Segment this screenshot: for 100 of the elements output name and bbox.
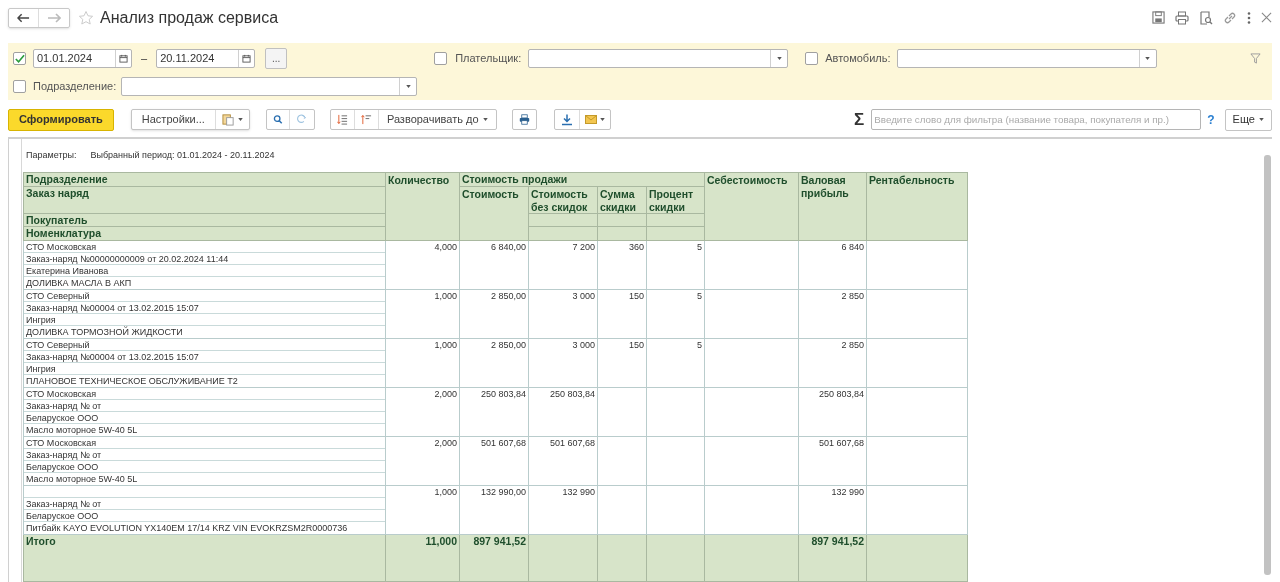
total-cell — [598, 535, 647, 582]
column-header: Количество — [386, 173, 460, 241]
table-cell: СТО Северный — [24, 290, 385, 302]
table-cell: 2 850 — [799, 339, 867, 387]
more-button[interactable]: Еще — [1224, 108, 1272, 131]
date-field[interactable]: 01.01.2024 — [33, 49, 132, 68]
link-icon[interactable] — [1223, 10, 1237, 25]
caret-icon — [482, 118, 488, 121]
table-cell: 501 607,68 — [529, 437, 598, 485]
total-cell: 897 941,52 — [460, 535, 529, 582]
print-icon[interactable] — [1175, 10, 1189, 25]
table-cell: 2,000 — [386, 437, 460, 485]
table-cell: 2 850 — [799, 290, 867, 338]
table-cell-text: Питбайк KAYO EVOLUTION YX140EM 17/14 KRZ VIN EVOKRZSM2R0000736 — [25, 522, 349, 534]
caret-icon[interactable] — [1145, 57, 1151, 60]
table-cell: 1,000 — [386, 290, 460, 338]
more-vertical-icon[interactable] — [1247, 10, 1251, 25]
parameters-value: Выбранный период: 01.01.2024 - 20.11.2024 — [90, 149, 275, 162]
table-cell: Ингрия — [24, 363, 385, 375]
checkbox[interactable] — [13, 52, 26, 65]
column-header: Стоимость продажи — [460, 173, 705, 187]
preview-icon[interactable] — [1199, 10, 1213, 25]
table-cell: 6 840,00 — [460, 241, 529, 289]
table-cell: Заказ-наряд № от — [24, 449, 385, 461]
table-cell: 3 000 — [529, 290, 598, 338]
checkbox[interactable] — [805, 52, 819, 65]
table-cell: Беларуское ООО — [24, 412, 385, 424]
column-header: Себестоимость — [705, 173, 799, 241]
table-cell-text: Масло моторное 5W-40 5L — [25, 424, 139, 436]
star-icon[interactable] — [78, 9, 94, 26]
table-cell: СТО Московская — [24, 241, 385, 253]
table-cell-text: ДОЛИВКА ТОРМОЗНОЙ ЖИДКОСТИ — [25, 326, 184, 338]
total-cell: 897 941,52 — [799, 535, 867, 582]
clipboard-icon — [221, 113, 235, 126]
table-cell: 6 840 — [799, 241, 867, 289]
dash: – — [141, 51, 148, 67]
table-cell: 250 803,84 — [799, 388, 867, 436]
table-cell: Ингрия — [24, 314, 385, 326]
table-cell: 5 — [647, 241, 705, 289]
window-title: Анализ продаж сервиса — [100, 7, 279, 28]
table-cell: 2,000 — [386, 388, 460, 436]
header-cell — [598, 214, 647, 227]
table-cell: 250 803,84 — [460, 388, 529, 436]
help-link[interactable]: ? — [1207, 110, 1215, 129]
table-cell-text: ПЛАНОВОЕ ТЕХНИЧЕСКОЕ ОБСЛУЖИВАНИЕ Т2 — [25, 375, 239, 387]
column-header: Номенклатура — [24, 227, 386, 241]
header-cell — [647, 227, 705, 241]
date-field[interactable]: 20.11.2024 — [156, 49, 256, 68]
header-cell — [647, 214, 705, 227]
period-button[interactable]: ... — [265, 48, 288, 69]
column-header: Стоимость — [460, 187, 529, 241]
table-cell: 132 990 — [529, 486, 598, 534]
column-header: Стоимость без скидок — [529, 187, 598, 214]
sum-sign: Σ — [854, 111, 865, 128]
envelope-icon — [584, 115, 597, 124]
table-cell: Заказ-наряд №00004 от 13.02.2015 15:07 — [24, 302, 385, 314]
caret-icon[interactable] — [776, 57, 782, 60]
table-cell: 1,000 — [386, 339, 460, 387]
column-header: Валовая прибыль — [799, 173, 867, 241]
column-header: Заказ наряд — [24, 187, 386, 214]
table-cell: 132 990 — [799, 486, 867, 534]
field-label: Автомобиль: — [825, 51, 891, 67]
field-label: Подразделение: — [33, 79, 117, 95]
table-cell: СТО Северный — [24, 339, 385, 351]
column-header: Покупатель — [24, 214, 386, 227]
filter-search-field[interactable]: Введите слово для фильтра (название товара, покупателя и пр.) — [871, 109, 1202, 130]
table-cell: 360 — [598, 241, 647, 289]
table-cell: 150 — [598, 290, 647, 338]
scrollbar[interactable] — [1264, 155, 1271, 575]
calendar-icon[interactable] — [119, 54, 128, 63]
checkbox[interactable] — [13, 80, 26, 93]
header-cell — [529, 227, 598, 241]
table-cell: 250 803,84 — [529, 388, 598, 436]
caret-icon — [599, 118, 605, 121]
filter-icon[interactable] — [1250, 53, 1261, 64]
table-cell: 5 — [647, 339, 705, 387]
column-header: Рентабельность — [867, 173, 968, 241]
table-cell: 2 850,00 — [460, 339, 529, 387]
table-cell: Заказ-наряд №00004 от 13.02.2015 15:07 — [24, 351, 385, 363]
parameters-label: Параметры: — [26, 149, 77, 162]
generate-button[interactable]: Сформировать — [8, 108, 114, 131]
close-icon[interactable] — [1261, 12, 1272, 23]
field-label: Плательщик: — [455, 51, 522, 67]
table-cell: 501 607,68 — [799, 437, 867, 485]
table-cell: СТО Московская — [24, 388, 385, 400]
print-icon[interactable] — [511, 109, 537, 130]
table-cell: 4,000 — [386, 241, 460, 289]
header-cell — [529, 214, 598, 227]
checkbox[interactable] — [434, 52, 448, 65]
table-cell-text: Масло моторное 5W-40 5L — [25, 473, 139, 485]
calendar-icon[interactable] — [242, 54, 252, 63]
table-cell: Беларуское ООО — [24, 461, 385, 473]
save-icon[interactable] — [1152, 11, 1165, 24]
caret-icon[interactable] — [405, 85, 411, 88]
table-cell: Заказ-наряд № от — [24, 400, 385, 412]
column-header: Сумма скидки — [598, 187, 647, 214]
column-header: Процент скидки — [647, 187, 705, 214]
table-cell-text: ДОЛИВКА МАСЛА В АКП — [25, 277, 133, 289]
total-cell: Итого — [24, 535, 386, 582]
table-cell: СТО Московская — [24, 437, 385, 449]
